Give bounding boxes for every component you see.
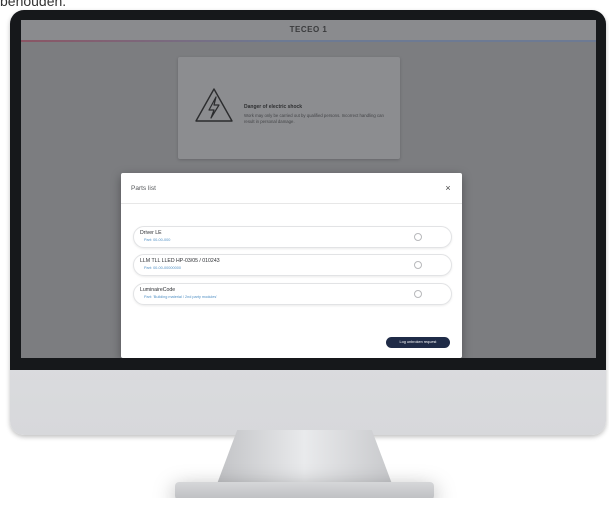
part-sub-link[interactable]: Part: 00-00-000 bbox=[144, 238, 170, 242]
app-title: TECEO 1 bbox=[289, 25, 328, 34]
app-header: TECEO 1 bbox=[21, 20, 596, 42]
info-icon[interactable] bbox=[414, 233, 422, 241]
part-row-luminaire-code[interactable]: LuminaireCode Part: 'Building material /… bbox=[133, 283, 452, 305]
part-row-llm[interactable]: LLM TLL LLED HP-03/05 / 010243 Part: 00-… bbox=[133, 254, 452, 276]
caption-fragment: behouden. bbox=[0, 0, 67, 9]
close-icon[interactable]: × bbox=[442, 182, 454, 194]
part-row-driver[interactable]: Driver LE Part: 00-00-000 bbox=[133, 226, 452, 248]
warning-text: Work may only be carried out by qualifie… bbox=[244, 113, 384, 124]
log-request-button[interactable]: Log unbroken request bbox=[386, 337, 450, 348]
warning-card: Danger of electric shock Work may only b… bbox=[178, 57, 400, 159]
dialog-divider bbox=[121, 203, 462, 204]
info-icon[interactable] bbox=[414, 290, 422, 298]
app-screen: TECEO 1 Danger of electric shock Work ma… bbox=[21, 20, 596, 358]
warning-title: Danger of electric shock bbox=[244, 104, 303, 110]
part-label: Driver LE bbox=[140, 230, 162, 236]
dialog-title: Parts list bbox=[131, 185, 156, 192]
electric-hazard-icon bbox=[195, 88, 233, 122]
part-label: LLM TLL LLED HP-03/05 / 010243 bbox=[140, 258, 220, 264]
parts-list-dialog: Parts list × Driver LE Part: 00-00-000 L… bbox=[121, 173, 462, 358]
part-sub-link[interactable]: Part: 00-00-00000000 bbox=[144, 266, 181, 270]
info-icon[interactable] bbox=[414, 261, 422, 269]
part-label: LuminaireCode bbox=[140, 287, 176, 293]
floor-fade bbox=[0, 498, 609, 522]
part-sub-link[interactable]: Part: 'Building material / 2nd party mod… bbox=[144, 295, 217, 299]
